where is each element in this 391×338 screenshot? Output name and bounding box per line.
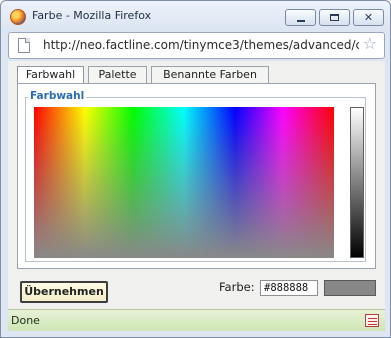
page-icon xyxy=(18,38,30,53)
picker-fieldset: Farbwahl xyxy=(25,90,366,262)
maximize-icon xyxy=(330,14,339,21)
minimize-icon xyxy=(296,19,305,22)
brightness-slider[interactable] xyxy=(350,107,364,258)
close-icon: ✕ xyxy=(363,11,374,24)
tab-palette[interactable]: Palette xyxy=(88,66,147,84)
star-icon[interactable]: ☆ xyxy=(363,36,377,52)
window-title: Farbe - Mozilla Firefox xyxy=(32,9,152,22)
tab-panel: Farbwahl xyxy=(17,83,376,269)
firefox-icon xyxy=(10,9,26,25)
title-bar: Farbe - Mozilla Firefox ✕ xyxy=(1,1,390,31)
close-button[interactable]: ✕ xyxy=(353,9,384,26)
status-text: Done xyxy=(11,314,40,327)
address-bar[interactable]: http://neo.factline.com/tinymce3/themes/… xyxy=(8,32,385,59)
minimize-button[interactable] xyxy=(285,9,316,26)
color-preview-swatch xyxy=(324,280,376,296)
popup-window: Farbe - Mozilla Firefox ✕ http://neo.fac… xyxy=(0,0,391,338)
dialog-content: Farbwahl Palette Benannte Farben Farbwah… xyxy=(8,61,385,309)
url-text[interactable]: http://neo.factline.com/tinymce3/themes/… xyxy=(43,38,359,54)
color-label: Farbe: xyxy=(219,280,255,294)
color-spectrum[interactable] xyxy=(34,107,334,258)
color-hex-input[interactable]: #888888 xyxy=(260,280,318,296)
maximize-button[interactable] xyxy=(319,9,350,26)
tab-benannte-farben[interactable]: Benannte Farben xyxy=(151,66,269,84)
status-bar: Done xyxy=(8,309,385,331)
apply-button[interactable]: Übernehmen xyxy=(20,281,108,303)
picker-legend: Farbwahl xyxy=(28,90,87,102)
status-icon[interactable] xyxy=(365,314,379,327)
